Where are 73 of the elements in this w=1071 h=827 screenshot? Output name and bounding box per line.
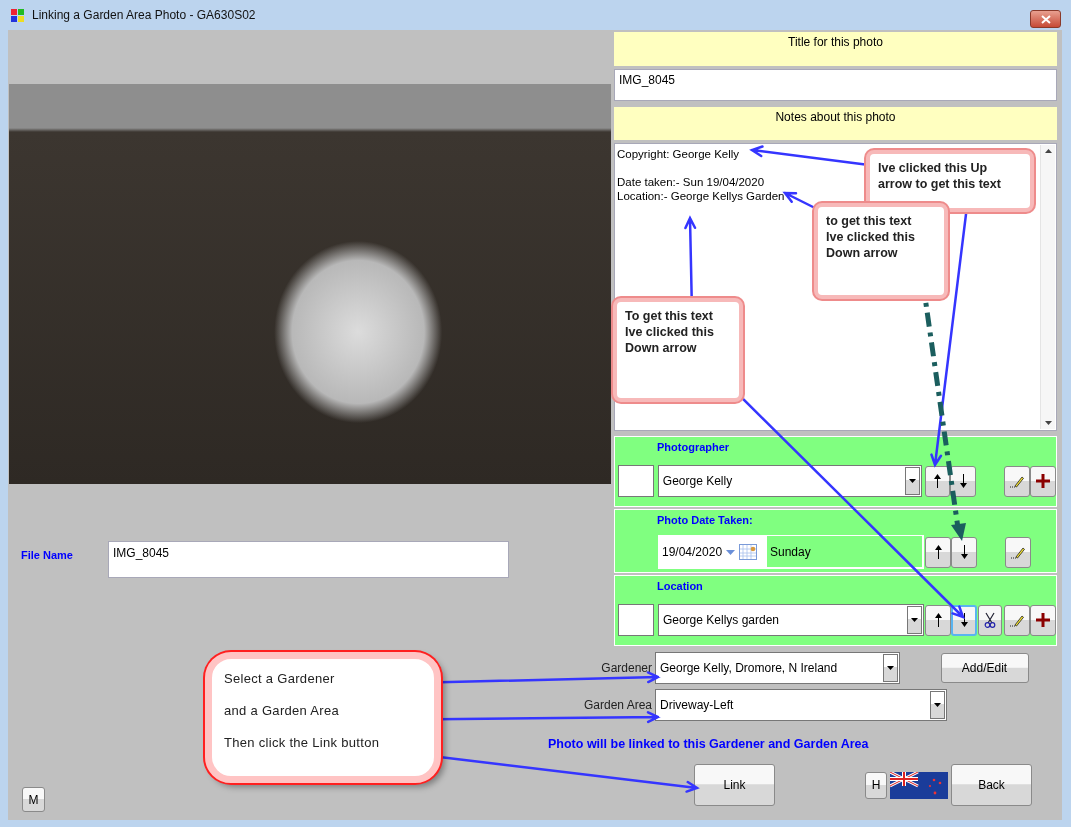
blank-field <box>618 604 654 636</box>
window-title: Linking a Garden Area Photo - GA630S02 <box>32 8 256 22</box>
close-icon <box>1040 14 1051 24</box>
day-field: Sunday <box>767 535 924 569</box>
pencil-icon <box>1010 474 1025 488</box>
callout-text: to get this text <box>826 213 913 229</box>
file-name-field[interactable]: IMG_8045 <box>108 541 509 578</box>
up-arrow-button[interactable] <box>925 536 951 568</box>
down-arrow-icon <box>960 613 968 627</box>
close-button[interactable] <box>1030 10 1061 28</box>
add-button[interactable] <box>1030 465 1056 497</box>
callout-text: Ive clicked this Down arrow <box>826 229 916 261</box>
down-arrow-button[interactable] <box>950 465 977 497</box>
link-info-text: Photo will be linked to this Gardener and Garden Area <box>548 737 869 751</box>
up-arrow-icon <box>934 613 942 627</box>
link-button[interactable]: Link <box>694 764 775 806</box>
location-dropdown[interactable]: George Kellys garden <box>657 604 925 636</box>
scrollbar[interactable] <box>1040 145 1055 429</box>
app-icon <box>10 7 26 23</box>
gardener-label: Gardener <box>601 661 653 675</box>
gardener-dropdown[interactable]: George Kelly, Dromore, N Ireland <box>655 652 900 684</box>
dropdown-button[interactable] <box>930 691 945 719</box>
h-button[interactable]: H <box>865 771 887 799</box>
down-arrow-button[interactable] <box>951 536 977 568</box>
caret-icon <box>934 703 941 707</box>
file-name-label: File Name <box>21 549 74 561</box>
edit-button[interactable] <box>1004 604 1031 636</box>
blank-field <box>618 465 654 497</box>
title-label: Title for this photo <box>614 32 1057 66</box>
up-arrow-icon <box>933 474 941 488</box>
dropdown-button[interactable] <box>883 654 898 682</box>
callout-text: To get this text <box>625 308 714 324</box>
plus-icon <box>1035 612 1052 628</box>
back-button[interactable]: Back <box>951 764 1032 806</box>
flag-icon <box>890 771 948 799</box>
up-arrow-button[interactable] <box>924 465 951 497</box>
down-arrow-icon <box>960 545 968 559</box>
title-field[interactable]: IMG_8045 <box>614 69 1057 101</box>
edit-button[interactable] <box>1004 465 1031 497</box>
scroll-down-icon <box>1044 421 1052 425</box>
pencil-icon <box>1011 545 1025 559</box>
pencil-icon <box>1010 613 1025 627</box>
date-picker[interactable]: 19/04/2020 <box>658 535 767 569</box>
down-arrow-icon <box>959 474 967 488</box>
garden-area-label: Garden Area <box>583 698 653 712</box>
up-arrow-icon <box>934 545 942 559</box>
date-taken-label: Photo Date Taken: <box>656 514 754 526</box>
location-label: Location <box>656 580 704 592</box>
edit-button[interactable] <box>1005 536 1031 568</box>
callout-text: Ive clicked this Down arrow <box>625 324 715 356</box>
calendar-icon <box>739 544 758 560</box>
scroll-up-icon <box>1044 149 1052 153</box>
photographer-label: Photographer <box>656 441 731 453</box>
garden-area-dropdown[interactable]: Driveway-Left <box>655 689 947 721</box>
callout-text: and a Garden Area <box>224 702 340 720</box>
m-button[interactable]: M <box>22 787 45 812</box>
caret-icon <box>887 666 894 670</box>
caret-icon <box>911 618 919 622</box>
caret-icon <box>726 549 736 555</box>
callout-text: Ive clicked this Up arrow to get this text <box>878 160 1002 192</box>
add-button[interactable] <box>1030 604 1056 636</box>
cut-button[interactable] <box>978 604 1003 636</box>
dropdown-button[interactable] <box>907 606 923 634</box>
callout-text: Then click the Link button <box>224 734 381 752</box>
photographer-dropdown[interactable]: George Kelly <box>657 465 922 497</box>
callout-text: Select a Gardener <box>224 670 336 688</box>
notes-label: Notes about this photo <box>614 107 1057 140</box>
add-edit-button[interactable]: Add/Edit <box>940 653 1029 683</box>
scissors-icon <box>984 612 997 628</box>
up-arrow-button[interactable] <box>925 604 952 636</box>
plus-icon <box>1035 473 1052 489</box>
dropdown-button[interactable] <box>904 467 920 495</box>
caret-icon <box>908 479 916 483</box>
